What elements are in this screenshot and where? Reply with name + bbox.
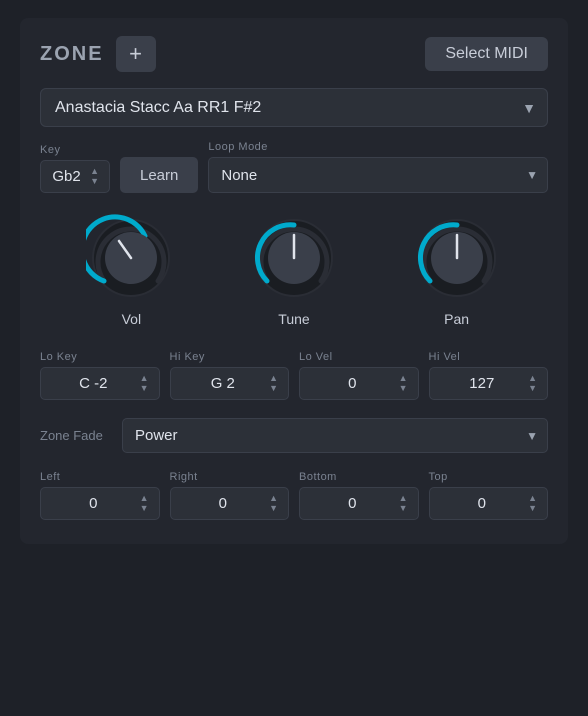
lo-key-value: C -2 xyxy=(49,375,138,392)
bottom-field: Bottom 0 ▲ ▼ xyxy=(299,471,419,520)
hi-key-field: Hi Key G 2 ▲ ▼ xyxy=(170,351,290,400)
hi-key-down[interactable]: ▼ xyxy=(267,384,280,393)
zone-label: ZONE xyxy=(40,43,104,66)
top-value: 0 xyxy=(438,495,527,512)
zone-fade-label: Zone Fade xyxy=(40,428,110,443)
pan-knob-group: Pan xyxy=(412,213,502,327)
key-value: Gb2 xyxy=(49,168,84,185)
left-arrows: ▲ ▼ xyxy=(138,494,151,513)
lo-vel-field: Lo Vel 0 ▲ ▼ xyxy=(299,351,419,400)
key-stepper-box: Gb2 ▲ ▼ xyxy=(40,160,110,193)
lo-key-label: Lo Key xyxy=(40,351,160,363)
pan-knob[interactable] xyxy=(412,213,502,303)
left-value: 0 xyxy=(49,495,138,512)
tune-knob-label: Tune xyxy=(278,311,309,327)
key-field-group: Key Gb2 ▲ ▼ xyxy=(40,144,110,193)
hi-key-label: Hi Key xyxy=(170,351,290,363)
add-button[interactable]: + xyxy=(116,36,156,72)
hi-key-up[interactable]: ▲ xyxy=(267,374,280,383)
header-left: ZONE + xyxy=(40,36,156,72)
bottom-down[interactable]: ▼ xyxy=(397,504,410,513)
loop-mode-select[interactable]: NoneForwardBackwardPing-Pong xyxy=(208,157,548,193)
left-field: Left 0 ▲ ▼ xyxy=(40,471,160,520)
lo-key-down[interactable]: ▼ xyxy=(138,384,151,393)
learn-button[interactable]: Learn xyxy=(120,157,198,193)
vol-knob-group: Vol xyxy=(86,213,176,327)
hi-vel-down[interactable]: ▼ xyxy=(526,384,539,393)
lrbt-row: Left 0 ▲ ▼ Right 0 ▲ ▼ Bottom 0 xyxy=(40,471,548,520)
top-up[interactable]: ▲ xyxy=(526,494,539,503)
key-stepper-arrows: ▲ ▼ xyxy=(88,167,101,186)
key-label: Key xyxy=(40,144,110,156)
left-stepper: 0 ▲ ▼ xyxy=(40,487,160,520)
bottom-up[interactable]: ▲ xyxy=(397,494,410,503)
top-stepper: 0 ▲ ▼ xyxy=(429,487,549,520)
key-up-arrow[interactable]: ▲ xyxy=(88,167,101,176)
left-up[interactable]: ▲ xyxy=(138,494,151,503)
pan-knob-label: Pan xyxy=(444,311,469,327)
lo-key-arrows: ▲ ▼ xyxy=(138,374,151,393)
bottom-value: 0 xyxy=(308,495,397,512)
right-up[interactable]: ▲ xyxy=(267,494,280,503)
left-down[interactable]: ▼ xyxy=(138,504,151,513)
bottom-stepper: 0 ▲ ▼ xyxy=(299,487,419,520)
top-label: Top xyxy=(429,471,549,483)
hi-vel-label: Hi Vel xyxy=(429,351,549,363)
lo-vel-down[interactable]: ▼ xyxy=(397,384,410,393)
loop-mode-dropdown-wrapper: NoneForwardBackwardPing-Pong ▼ xyxy=(208,157,548,193)
hi-vel-up[interactable]: ▲ xyxy=(526,374,539,383)
right-down[interactable]: ▼ xyxy=(267,504,280,513)
top-down[interactable]: ▼ xyxy=(526,504,539,513)
zone-fade-select[interactable]: PowerLinearNone xyxy=(122,418,548,453)
loop-mode-label: Loop Mode xyxy=(208,141,548,153)
hi-key-arrows: ▲ ▼ xyxy=(267,374,280,393)
hi-vel-field: Hi Vel 127 ▲ ▼ xyxy=(429,351,549,400)
hi-vel-value: 127 xyxy=(438,375,527,392)
key-loop-row: Key Gb2 ▲ ▼ Learn Loop Mode NoneForwardB… xyxy=(40,141,548,193)
lo-key-up[interactable]: ▲ xyxy=(138,374,151,383)
header-row: ZONE + Select MIDI xyxy=(40,36,548,72)
lo-key-field: Lo Key C -2 ▲ ▼ xyxy=(40,351,160,400)
lo-vel-label: Lo Vel xyxy=(299,351,419,363)
lo-key-stepper: C -2 ▲ ▼ xyxy=(40,367,160,400)
bottom-label: Bottom xyxy=(299,471,419,483)
right-stepper: 0 ▲ ▼ xyxy=(170,487,290,520)
tune-knob[interactable] xyxy=(249,213,339,303)
lo-vel-value: 0 xyxy=(308,375,397,392)
key-down-arrow[interactable]: ▼ xyxy=(88,177,101,186)
main-panel: ZONE + Select MIDI Anastacia Stacc Aa RR… xyxy=(20,18,568,544)
knobs-row: Vol Tune xyxy=(40,213,548,327)
range-row: Lo Key C -2 ▲ ▼ Hi Key G 2 ▲ ▼ Lo Vel xyxy=(40,351,548,400)
hi-key-stepper: G 2 ▲ ▼ xyxy=(170,367,290,400)
loop-mode-field-group: Loop Mode NoneForwardBackwardPing-Pong ▼ xyxy=(208,141,548,193)
tune-knob-group: Tune xyxy=(249,213,339,327)
hi-vel-stepper: 127 ▲ ▼ xyxy=(429,367,549,400)
right-label: Right xyxy=(170,471,290,483)
lo-vel-arrows: ▲ ▼ xyxy=(397,374,410,393)
bottom-arrows: ▲ ▼ xyxy=(397,494,410,513)
top-arrows: ▲ ▼ xyxy=(526,494,539,513)
tune-knob-svg xyxy=(249,213,339,303)
right-arrows: ▲ ▼ xyxy=(267,494,280,513)
instrument-dropdown-row: Anastacia Stacc Aa RR1 F#2 ▼ xyxy=(40,88,548,127)
instrument-dropdown-wrapper: Anastacia Stacc Aa RR1 F#2 ▼ xyxy=(40,88,548,127)
vol-knob-svg xyxy=(86,213,176,303)
pan-knob-svg xyxy=(412,213,502,303)
hi-vel-arrows: ▲ ▼ xyxy=(526,374,539,393)
right-value: 0 xyxy=(179,495,268,512)
vol-knob-label: Vol xyxy=(122,311,141,327)
hi-key-value: G 2 xyxy=(179,375,268,392)
lo-vel-stepper: 0 ▲ ▼ xyxy=(299,367,419,400)
vol-knob[interactable] xyxy=(86,213,176,303)
zone-fade-dropdown-wrapper: PowerLinearNone ▼ xyxy=(122,418,548,453)
top-field: Top 0 ▲ ▼ xyxy=(429,471,549,520)
instrument-select[interactable]: Anastacia Stacc Aa RR1 F#2 xyxy=(40,88,548,127)
right-field: Right 0 ▲ ▼ xyxy=(170,471,290,520)
zone-fade-row: Zone Fade PowerLinearNone ▼ xyxy=(40,418,548,453)
left-label: Left xyxy=(40,471,160,483)
select-midi-button[interactable]: Select MIDI xyxy=(425,37,548,71)
lo-vel-up[interactable]: ▲ xyxy=(397,374,410,383)
